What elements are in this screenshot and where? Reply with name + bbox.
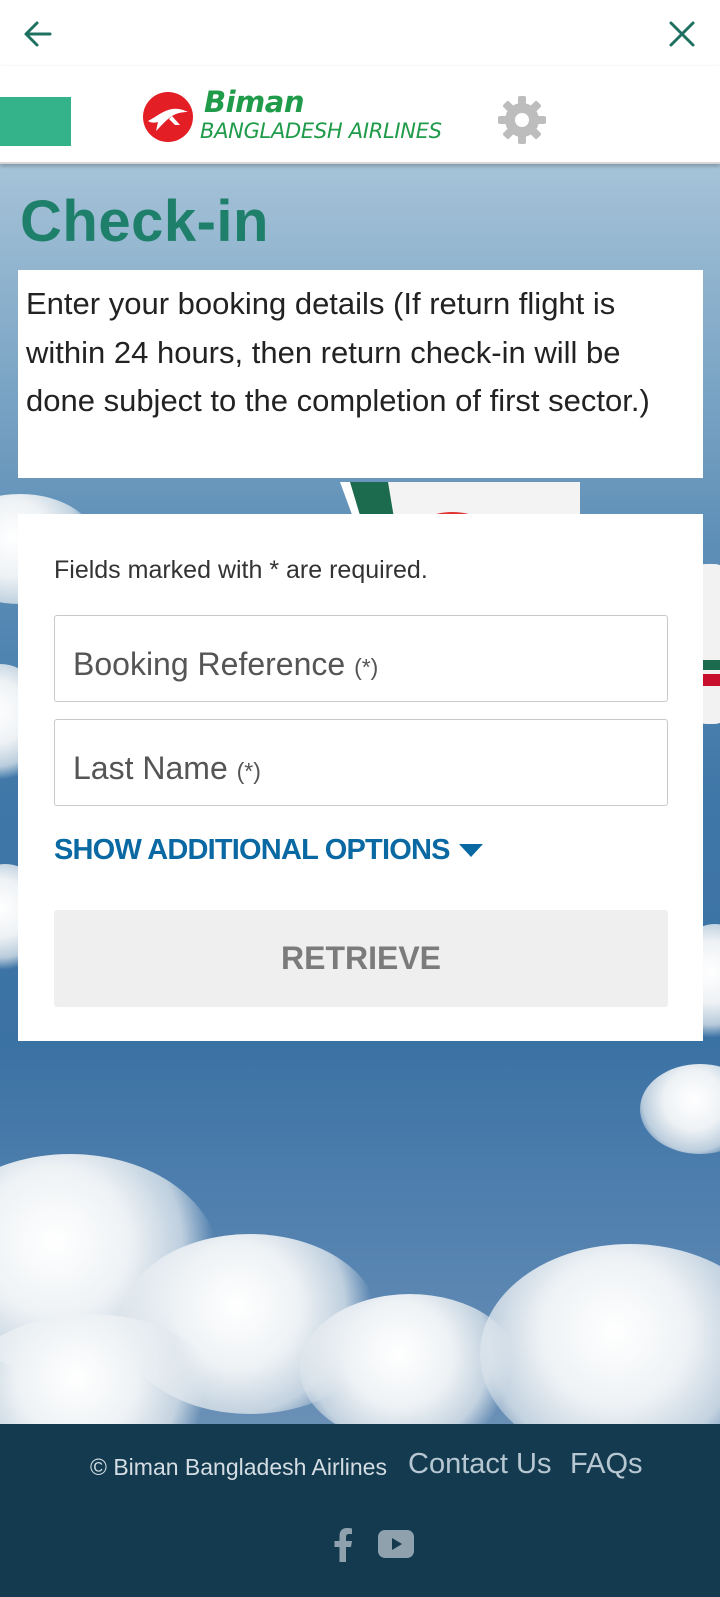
caret-down-icon (458, 844, 483, 857)
cloud-decoration (640, 1064, 720, 1154)
arrow-left-icon (24, 21, 52, 47)
faqs-link[interactable]: FAQs (570, 1448, 643, 1481)
last-name-label: Last Name (*) (73, 750, 261, 787)
biman-emblem-icon (143, 92, 193, 142)
booking-reference-label: Booking Reference (*) (73, 646, 378, 683)
contact-us-link[interactable]: Contact Us (408, 1448, 551, 1481)
show-additional-options-link[interactable]: SHOW ADDITIONAL OPTIONS (54, 834, 483, 867)
show-options-label: SHOW ADDITIONAL OPTIONS (54, 834, 450, 866)
booking-reference-label-text: Booking Reference (73, 646, 346, 682)
close-icon (669, 21, 695, 47)
hero-background: Check-in Enter your booking details (If … (0, 164, 720, 1424)
intro-text: Enter your booking details (If return fl… (26, 286, 650, 418)
close-button[interactable] (662, 14, 702, 54)
settings-button[interactable] (496, 94, 548, 146)
facebook-icon[interactable] (330, 1528, 356, 1562)
gear-icon (498, 96, 546, 144)
intro-box: Enter your booking details (If return fl… (18, 270, 703, 478)
required-mark: (*) (236, 758, 261, 784)
site-footer: © Biman Bangladesh Airlines Contact Us F… (0, 1424, 720, 1597)
last-name-field[interactable]: Last Name (*) (54, 719, 668, 806)
retrieve-button[interactable]: RETRIEVE (54, 910, 668, 1007)
required-mark: (*) (354, 654, 379, 680)
booking-reference-field[interactable]: Booking Reference (*) (54, 615, 668, 702)
checkin-form: Fields marked with * are required. Booki… (18, 514, 703, 1041)
menu-tab-button[interactable] (0, 97, 71, 146)
copyright-text: © Biman Bangladesh Airlines (90, 1454, 387, 1480)
site-header: Biman BANGLADESH AIRLINES (0, 66, 720, 164)
top-app-bar (0, 0, 720, 66)
back-button[interactable] (18, 14, 58, 54)
last-name-label-text: Last Name (73, 750, 228, 786)
required-note: Fields marked with * are required. (54, 556, 428, 584)
logo-wordmark: Biman (204, 86, 304, 119)
page-title: Check-in (20, 189, 269, 254)
logo-subtitle: BANGLADESH AIRLINES (200, 119, 442, 143)
cloud-decoration (480, 1244, 720, 1424)
biman-logo[interactable]: Biman BANGLADESH AIRLINES (142, 86, 487, 148)
youtube-icon[interactable] (378, 1530, 414, 1558)
